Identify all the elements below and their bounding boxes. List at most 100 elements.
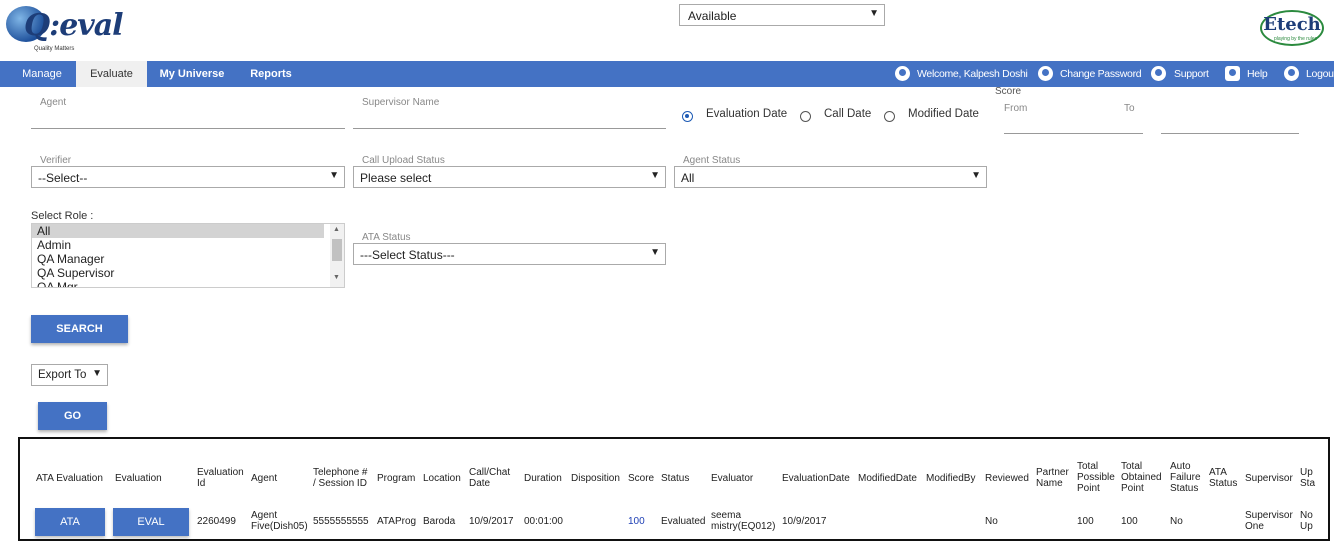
role-option[interactable]: All	[32, 224, 324, 238]
cell-telephone: 5555555555	[313, 516, 369, 527]
chevron-down-icon: ▼	[329, 170, 339, 181]
export-value: Export To	[38, 369, 87, 381]
support-icon[interactable]	[1151, 66, 1166, 81]
score-label: Score	[995, 86, 1022, 97]
ata-status-select[interactable]: ---Select Status--- ▼	[353, 243, 666, 265]
role-listbox[interactable]: All Admin QA Manager QA Supervisor QA Mg…	[31, 223, 345, 288]
col-evaluation-date: EvaluationDate	[782, 473, 850, 484]
col-disposition: Disposition	[571, 473, 620, 484]
etech-tagline: playing by the rules	[1274, 36, 1318, 42]
cell-location: Baroda	[423, 516, 456, 527]
col-evaluation: Evaluation	[115, 473, 162, 484]
scroll-up-icon[interactable]: ▲	[333, 226, 340, 233]
help-icon[interactable]	[1225, 66, 1240, 81]
col-location: Location	[423, 473, 461, 484]
help-link[interactable]: Help	[1247, 61, 1268, 87]
evaluation-date-label: Evaluation Date	[706, 108, 788, 120]
welcome-text: Welcome, Kalpesh Doshi	[917, 68, 1028, 80]
logo-tagline: Quality Matters	[34, 46, 75, 52]
chevron-down-icon: ▼	[971, 170, 981, 181]
change-password-link[interactable]: Change Password	[1060, 61, 1142, 87]
col-score: Score	[628, 473, 655, 484]
power-icon[interactable]	[1284, 66, 1299, 81]
col-modified-by: ModifiedBy	[926, 473, 976, 484]
chevron-down-icon: ▼	[650, 170, 660, 181]
col-telephone: Telephone # / Session ID	[313, 467, 368, 489]
role-option[interactable]: QA Supervisor	[32, 266, 324, 280]
role-option[interactable]: QA Mgr	[32, 280, 324, 287]
call-date-radio[interactable]	[800, 111, 811, 122]
export-select[interactable]: Export To ▼	[31, 364, 108, 386]
role-option[interactable]: Admin	[32, 238, 324, 252]
go-button[interactable]: GO	[38, 402, 107, 430]
agent-status-select[interactable]: All ▼	[674, 166, 987, 188]
supervisor-label: Supervisor Name	[362, 97, 440, 108]
nav-manage[interactable]: Manage	[8, 61, 76, 87]
etech-logo: Etech playing by the rules	[1260, 10, 1324, 46]
col-evaluation-id: Evaluation Id	[197, 467, 244, 489]
modified-date-radio[interactable]	[884, 111, 895, 122]
cell-upload-status: No Up	[1300, 510, 1313, 532]
etech-logo-text: Etech	[1263, 14, 1321, 35]
cell-program: ATAProg	[377, 516, 417, 527]
verifier-label: Verifier	[40, 155, 72, 166]
eval-button[interactable]: EVAL	[113, 508, 189, 536]
score-from-input[interactable]	[1004, 133, 1143, 134]
availability-select[interactable]: Available ▼	[679, 4, 885, 26]
col-duration: Duration	[524, 473, 562, 484]
cell-reviewed: No	[985, 516, 998, 527]
scroll-thumb[interactable]	[332, 239, 342, 261]
supervisor-input[interactable]	[353, 128, 666, 129]
logout-link[interactable]: Logout	[1306, 61, 1334, 87]
nav-evaluate[interactable]: Evaluate	[76, 61, 147, 87]
logo-text: Q:eval	[24, 8, 124, 43]
listbox-scrollbar[interactable]: ▲ ▼	[330, 224, 344, 287]
nav-manage-label: Manage	[22, 68, 62, 80]
availability-value: Available	[688, 9, 737, 23]
gear-icon[interactable]	[1038, 66, 1053, 81]
nav-reports-label: Reports	[250, 68, 292, 80]
cell-supervisor: Supervisor One	[1245, 510, 1293, 532]
col-total-possible: Total Possible Point	[1077, 461, 1115, 494]
cell-evaluator: seema mistry(EQ012)	[711, 510, 776, 532]
select-role-label: Select Role :	[31, 210, 94, 222]
cell-possible: 100	[1077, 516, 1094, 527]
score-link[interactable]: 100	[628, 516, 645, 527]
col-ata-evaluation: ATA Evaluation	[36, 473, 103, 484]
ata-status-label: ATA Status	[362, 232, 411, 243]
modified-date-label: Modified Date	[908, 108, 979, 120]
support-link[interactable]: Support	[1174, 61, 1209, 87]
results-table: ATA Evaluation Evaluation Evaluation Id …	[18, 437, 1330, 541]
user-icon	[895, 66, 910, 81]
nav-reports[interactable]: Reports	[240, 61, 302, 87]
col-agent: Agent	[251, 473, 278, 484]
evaluation-date-radio[interactable]	[682, 111, 693, 122]
score-to-input[interactable]	[1161, 133, 1299, 134]
col-status: Status	[661, 473, 690, 484]
cell-duration: 00:01:00	[524, 516, 563, 527]
col-evaluator: Evaluator	[711, 473, 754, 484]
cell-agent: Agent Five(Dish05)	[251, 510, 308, 532]
role-option[interactable]: QA Manager	[32, 252, 324, 266]
cell-call-date: 10/9/2017	[469, 516, 514, 527]
chevron-down-icon: ▼	[92, 368, 102, 379]
agent-status-value: All	[681, 171, 695, 185]
score-to-label: To	[1124, 103, 1135, 114]
nav-my-universe[interactable]: My Universe	[153, 61, 231, 87]
ata-button[interactable]: ATA	[35, 508, 105, 536]
cell-auto-failure: No	[1170, 516, 1183, 527]
cell-obtained: 100	[1121, 516, 1138, 527]
agent-input[interactable]	[31, 128, 345, 129]
score-from-label: From	[1004, 103, 1028, 114]
col-partner-name: Partner Name	[1036, 467, 1069, 489]
qeval-logo: Q:eval Quality Matters	[6, 6, 124, 54]
verifier-select[interactable]: --Select-- ▼	[31, 166, 345, 188]
scroll-down-icon[interactable]: ▼	[333, 274, 340, 281]
upload-status-select[interactable]: Please select ▼	[353, 166, 666, 188]
cell-eval-id: 2260499	[197, 516, 236, 527]
col-upload-status: Up Sta	[1300, 467, 1316, 489]
agent-status-label: Agent Status	[683, 155, 741, 166]
search-button[interactable]: SEARCH	[31, 315, 128, 343]
upload-status-label: Call Upload Status	[362, 155, 445, 166]
ata-status-value: ---Select Status---	[360, 248, 455, 262]
